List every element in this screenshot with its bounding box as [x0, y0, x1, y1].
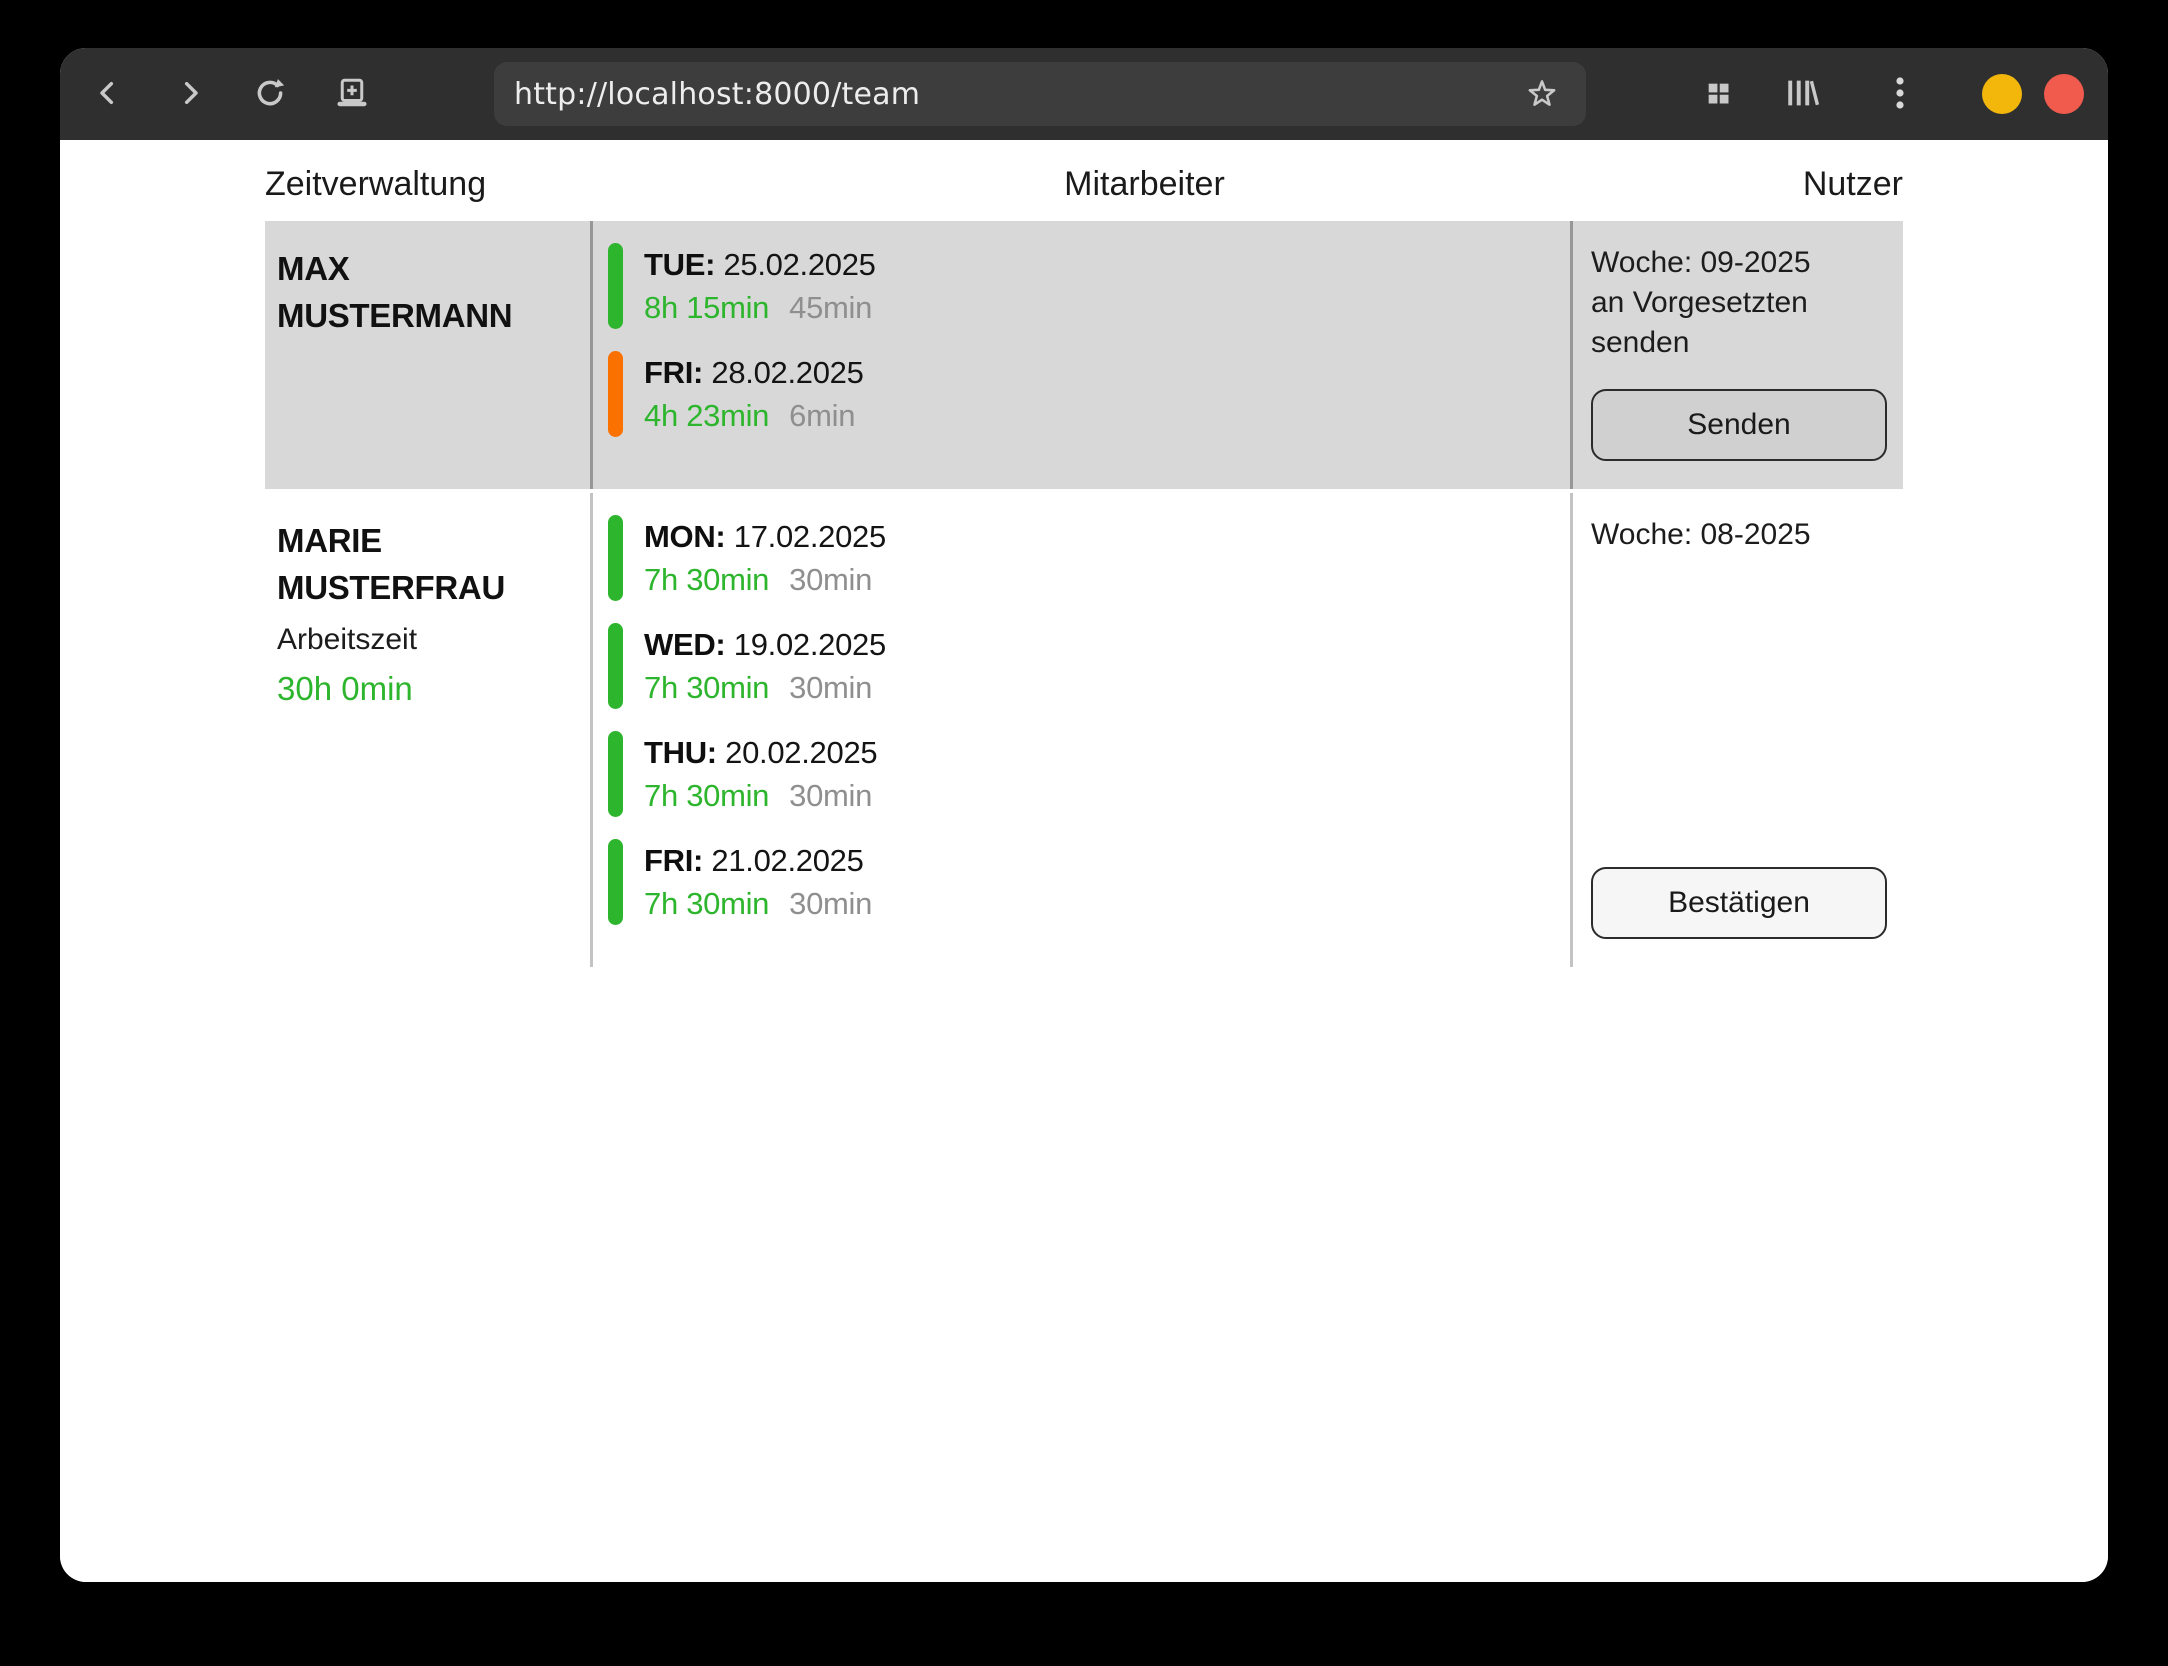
grid-menu-button[interactable] — [1698, 66, 1738, 122]
week-action-text: senden — [1591, 323, 1887, 363]
week-action-text: an Vorgesetzten — [1591, 283, 1887, 323]
day-date: 25.02.2025 — [723, 247, 875, 282]
day-entry: TUE: 25.02.2025 8h 15min 45min — [608, 243, 1560, 329]
day-label: FRI: — [644, 843, 703, 878]
day-status-bar — [608, 731, 623, 817]
nav-item-zeitverwaltung[interactable]: Zeitverwaltung — [265, 162, 486, 206]
day-label: MON: — [644, 519, 725, 554]
overflow-menu-button[interactable] — [1880, 66, 1920, 122]
day-pause-time: 45min — [789, 290, 872, 325]
chrome-toolbar-right — [1586, 66, 2084, 122]
grid-menu-icon — [1704, 79, 1732, 110]
day-label: TUE: — [644, 247, 715, 282]
day-date: 17.02.2025 — [734, 519, 886, 554]
day-label: WED: — [644, 627, 725, 662]
bookmark-star-icon[interactable] — [1524, 76, 1560, 117]
day-pause-time: 30min — [789, 886, 872, 921]
url-text: http://localhost:8000/team — [494, 77, 920, 112]
day-label: FRI: — [644, 355, 703, 390]
senden-button[interactable]: Senden — [1591, 389, 1887, 461]
day-pause-time: 6min — [789, 398, 855, 433]
minimize-button[interactable] — [1982, 74, 2022, 114]
forward-arrow-icon — [174, 77, 206, 112]
employee-total-time: 30h 0min — [277, 668, 580, 710]
day-status-bar — [608, 351, 623, 437]
employee-row-max: MAX MUSTERMANN TUE: 25.02.2025 8h 15min 4… — [265, 221, 1903, 489]
reload-icon — [253, 76, 287, 113]
day-entry: WED: 19.02.2025 7h 30min 30min — [608, 623, 1560, 709]
bestaetigen-button[interactable]: Bestätigen — [1591, 867, 1887, 939]
day-worked-time: 8h 15min — [644, 290, 769, 325]
week-label: Woche: 08-2025 — [1591, 515, 1887, 555]
day-pause-time: 30min — [789, 778, 872, 813]
day-worked-time: 7h 30min — [644, 562, 769, 597]
day-date: 20.02.2025 — [725, 735, 877, 770]
url-bar[interactable]: http://localhost:8000/team — [494, 62, 1586, 126]
page-content: Zeitverwaltung Mitarbeiter Nutzer MAX MU… — [60, 140, 2108, 1582]
employee-name-cell: MAX MUSTERMANN — [265, 221, 590, 489]
employee-days-cell: MON: 17.02.2025 7h 30min 30min WED: 19.02… — [590, 493, 1573, 967]
new-tab-button[interactable] — [332, 66, 372, 122]
day-entry: FRI: 28.02.2025 4h 23min 6min — [608, 351, 1560, 437]
day-date: 19.02.2025 — [734, 627, 886, 662]
reload-button[interactable] — [250, 66, 290, 122]
nav-item-nutzer[interactable]: Nutzer — [1803, 162, 1903, 206]
day-pause-time: 30min — [789, 562, 872, 597]
close-button[interactable] — [2044, 74, 2084, 114]
browser-chrome: http://localhost:8000/team — [60, 48, 2108, 140]
day-status-bar — [608, 839, 623, 925]
employee-row-marie: MARIE MUSTERFRAU Arbeitszeit 30h 0min MO… — [265, 493, 1903, 967]
employee-worktime-label: Arbeitszeit — [277, 620, 580, 660]
forward-button[interactable] — [170, 66, 210, 122]
day-date: 21.02.2025 — [711, 843, 863, 878]
employee-week-cell: Woche: 09-2025 an Vorgesetzten senden Se… — [1573, 221, 1903, 489]
week-info: Woche: 08-2025 — [1591, 515, 1887, 555]
week-info: Woche: 09-2025 an Vorgesetzten senden Se… — [1591, 243, 1887, 461]
library-icon — [1785, 77, 1819, 112]
day-worked-time: 7h 30min — [644, 670, 769, 705]
overflow-menu-icon — [1894, 75, 1906, 114]
back-arrow-icon — [92, 77, 124, 112]
day-status-bar — [608, 623, 623, 709]
employee-name-cell: MARIE MUSTERFRAU Arbeitszeit 30h 0min — [265, 493, 590, 967]
library-button[interactable] — [1782, 66, 1822, 122]
week-label: Woche: 09-2025 — [1591, 243, 1887, 283]
back-button[interactable] — [88, 66, 128, 122]
new-tab-icon — [334, 75, 370, 114]
day-status-bar — [608, 243, 623, 329]
employee-days-cell: TUE: 25.02.2025 8h 15min 45min FRI: 28.02… — [590, 221, 1573, 489]
day-entry: THU: 20.02.2025 7h 30min 30min — [608, 731, 1560, 817]
day-worked-time: 7h 30min — [644, 886, 769, 921]
employee-name: MAX MUSTERMANN — [277, 245, 580, 339]
day-pause-time: 30min — [789, 670, 872, 705]
employee-week-cell: Woche: 08-2025 Bestätigen — [1573, 493, 1903, 967]
employee-name: MARIE MUSTERFRAU — [277, 517, 580, 611]
day-entry: FRI: 21.02.2025 7h 30min 30min — [608, 839, 1560, 925]
day-label: THU: — [644, 735, 717, 770]
page-nav: Zeitverwaltung Mitarbeiter Nutzer — [265, 162, 1903, 206]
day-entry: MON: 17.02.2025 7h 30min 30min — [608, 515, 1560, 601]
day-status-bar — [608, 515, 623, 601]
day-worked-time: 4h 23min — [644, 398, 769, 433]
day-date: 28.02.2025 — [711, 355, 863, 390]
browser-window: http://localhost:8000/team — [60, 48, 2108, 1582]
nav-item-mitarbeiter[interactable]: Mitarbeiter — [1064, 162, 1225, 206]
day-worked-time: 7h 30min — [644, 778, 769, 813]
